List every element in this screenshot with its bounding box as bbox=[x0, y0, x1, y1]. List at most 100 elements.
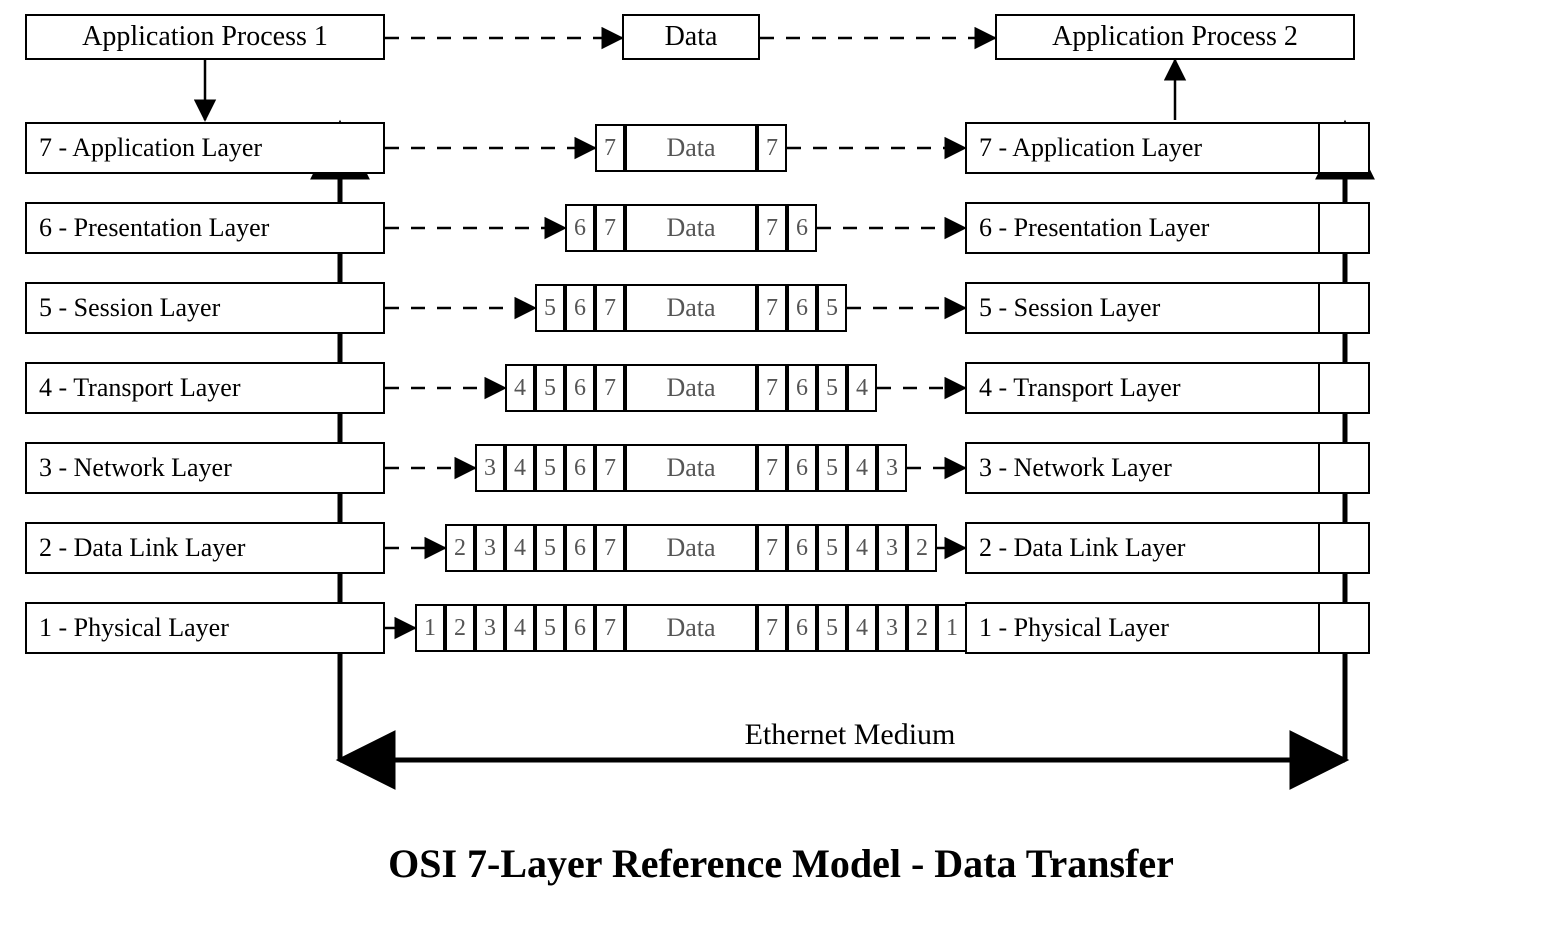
packet-7-trailer-0: 7 bbox=[757, 124, 787, 172]
right-layer-5-aux bbox=[1318, 282, 1370, 334]
packet-1-trailer-0: 7 bbox=[757, 604, 787, 652]
right-layer-1-label: 1 - Physical Layer bbox=[979, 613, 1169, 643]
left-layer-5: 5 - Session Layer bbox=[25, 282, 385, 334]
packet-4-trailer-3: 4 bbox=[847, 364, 877, 412]
packet-1-header-6: 7 bbox=[595, 604, 625, 652]
packet-5-trailer-1: 6 bbox=[787, 284, 817, 332]
top-data-label: Data bbox=[665, 21, 718, 53]
packet-1-data: Data bbox=[625, 604, 757, 652]
packet-1-header-2: 3 bbox=[475, 604, 505, 652]
packet-1-trailer-2: 5 bbox=[817, 604, 847, 652]
left-layer-4-label: 4 - Transport Layer bbox=[39, 373, 240, 403]
packet-2-trailer-1: 6 bbox=[787, 524, 817, 572]
right-layer-3-aux bbox=[1318, 442, 1370, 494]
right-layer-2-aux bbox=[1318, 522, 1370, 574]
packet-3-header-2: 5 bbox=[535, 444, 565, 492]
packet-3-header-4: 7 bbox=[595, 444, 625, 492]
packet-3-data: Data bbox=[625, 444, 757, 492]
packet-6-trailer-0: 7 bbox=[757, 204, 787, 252]
left-layer-3: 3 - Network Layer bbox=[25, 442, 385, 494]
packet-2-trailer-3: 4 bbox=[847, 524, 877, 572]
packet-2-header-0: 2 bbox=[445, 524, 475, 572]
right-layer-1-aux bbox=[1318, 602, 1370, 654]
packet-5-data: Data bbox=[625, 284, 757, 332]
packet-1-trailer-5: 2 bbox=[907, 604, 937, 652]
packet-5-trailer-2: 5 bbox=[817, 284, 847, 332]
left-layer-7: 7 - Application Layer bbox=[25, 122, 385, 174]
packet-2-trailer-0: 7 bbox=[757, 524, 787, 572]
packet-2-header-1: 3 bbox=[475, 524, 505, 572]
packet-1-header-0: 1 bbox=[415, 604, 445, 652]
packet-4-trailer-2: 5 bbox=[817, 364, 847, 412]
application-process-2: Application Process 2 bbox=[995, 14, 1355, 60]
packet-6-header-0: 6 bbox=[565, 204, 595, 252]
packet-7-data: Data bbox=[625, 124, 757, 172]
packet-3-header-3: 6 bbox=[565, 444, 595, 492]
right-layer-5-label: 5 - Session Layer bbox=[979, 293, 1160, 323]
right-layer-6-label: 6 - Presentation Layer bbox=[979, 213, 1209, 243]
packet-4-header-3: 7 bbox=[595, 364, 625, 412]
packet-2-data: Data bbox=[625, 524, 757, 572]
diagram-title: OSI 7-Layer Reference Model - Data Trans… bbox=[0, 840, 1562, 887]
packet-5-trailer-0: 7 bbox=[757, 284, 787, 332]
packet-6-data: Data bbox=[625, 204, 757, 252]
packet-3-trailer-0: 7 bbox=[757, 444, 787, 492]
packet-3-header-1: 4 bbox=[505, 444, 535, 492]
packet-5-header-1: 6 bbox=[565, 284, 595, 332]
left-layer-1-label: 1 - Physical Layer bbox=[39, 613, 229, 643]
right-layer-6: 6 - Presentation Layer bbox=[965, 202, 1320, 254]
packet-3-trailer-3: 4 bbox=[847, 444, 877, 492]
left-layer-2-label: 2 - Data Link Layer bbox=[39, 533, 245, 563]
packet-3-header-0: 3 bbox=[475, 444, 505, 492]
packet-3-trailer-4: 3 bbox=[877, 444, 907, 492]
right-layer-7: 7 - Application Layer bbox=[965, 122, 1320, 174]
packet-4-header-0: 4 bbox=[505, 364, 535, 412]
packet-1-trailer-3: 4 bbox=[847, 604, 877, 652]
packet-3-trailer-1: 6 bbox=[787, 444, 817, 492]
left-layer-5-label: 5 - Session Layer bbox=[39, 293, 220, 323]
diagram: Application Process 1 Data Application P… bbox=[0, 0, 1562, 934]
packet-2-trailer-2: 5 bbox=[817, 524, 847, 572]
right-layer-3: 3 - Network Layer bbox=[965, 442, 1320, 494]
top-data-box: Data bbox=[622, 14, 760, 60]
packet-2-header-4: 6 bbox=[565, 524, 595, 572]
packet-4-trailer-1: 6 bbox=[787, 364, 817, 412]
packet-4-header-2: 6 bbox=[565, 364, 595, 412]
application-process-1-label: Application Process 1 bbox=[82, 21, 328, 53]
packet-1-header-1: 2 bbox=[445, 604, 475, 652]
packet-1-trailer-6: 1 bbox=[937, 604, 967, 652]
packet-1-header-3: 4 bbox=[505, 604, 535, 652]
packet-6-trailer-1: 6 bbox=[787, 204, 817, 252]
left-layer-4: 4 - Transport Layer bbox=[25, 362, 385, 414]
left-layer-6: 6 - Presentation Layer bbox=[25, 202, 385, 254]
packet-1-header-4: 5 bbox=[535, 604, 565, 652]
application-process-2-label: Application Process 2 bbox=[1052, 21, 1298, 53]
packet-5-header-2: 7 bbox=[595, 284, 625, 332]
right-layer-4-aux bbox=[1318, 362, 1370, 414]
ethernet-medium-label: Ethernet Medium bbox=[700, 718, 1000, 752]
packet-2-trailer-4: 3 bbox=[877, 524, 907, 572]
right-layer-5: 5 - Session Layer bbox=[965, 282, 1320, 334]
packet-2-header-3: 5 bbox=[535, 524, 565, 572]
packet-1-header-5: 6 bbox=[565, 604, 595, 652]
right-layer-1: 1 - Physical Layer bbox=[965, 602, 1320, 654]
right-layer-3-label: 3 - Network Layer bbox=[979, 453, 1172, 483]
right-layer-2-label: 2 - Data Link Layer bbox=[979, 533, 1185, 563]
left-layer-1: 1 - Physical Layer bbox=[25, 602, 385, 654]
packet-2-trailer-5: 2 bbox=[907, 524, 937, 572]
packet-2-header-5: 7 bbox=[595, 524, 625, 572]
packet-4-trailer-0: 7 bbox=[757, 364, 787, 412]
packet-1-trailer-1: 6 bbox=[787, 604, 817, 652]
right-layer-4-label: 4 - Transport Layer bbox=[979, 373, 1180, 403]
packet-4-header-1: 5 bbox=[535, 364, 565, 412]
right-layer-4: 4 - Transport Layer bbox=[965, 362, 1320, 414]
right-layer-7-aux bbox=[1318, 122, 1370, 174]
packet-4-data: Data bbox=[625, 364, 757, 412]
packet-2-header-2: 4 bbox=[505, 524, 535, 572]
left-layer-3-label: 3 - Network Layer bbox=[39, 453, 232, 483]
application-process-1: Application Process 1 bbox=[25, 14, 385, 60]
packet-6-header-1: 7 bbox=[595, 204, 625, 252]
left-layer-7-label: 7 - Application Layer bbox=[39, 133, 262, 163]
right-layer-2: 2 - Data Link Layer bbox=[965, 522, 1320, 574]
packet-7-header-0: 7 bbox=[595, 124, 625, 172]
